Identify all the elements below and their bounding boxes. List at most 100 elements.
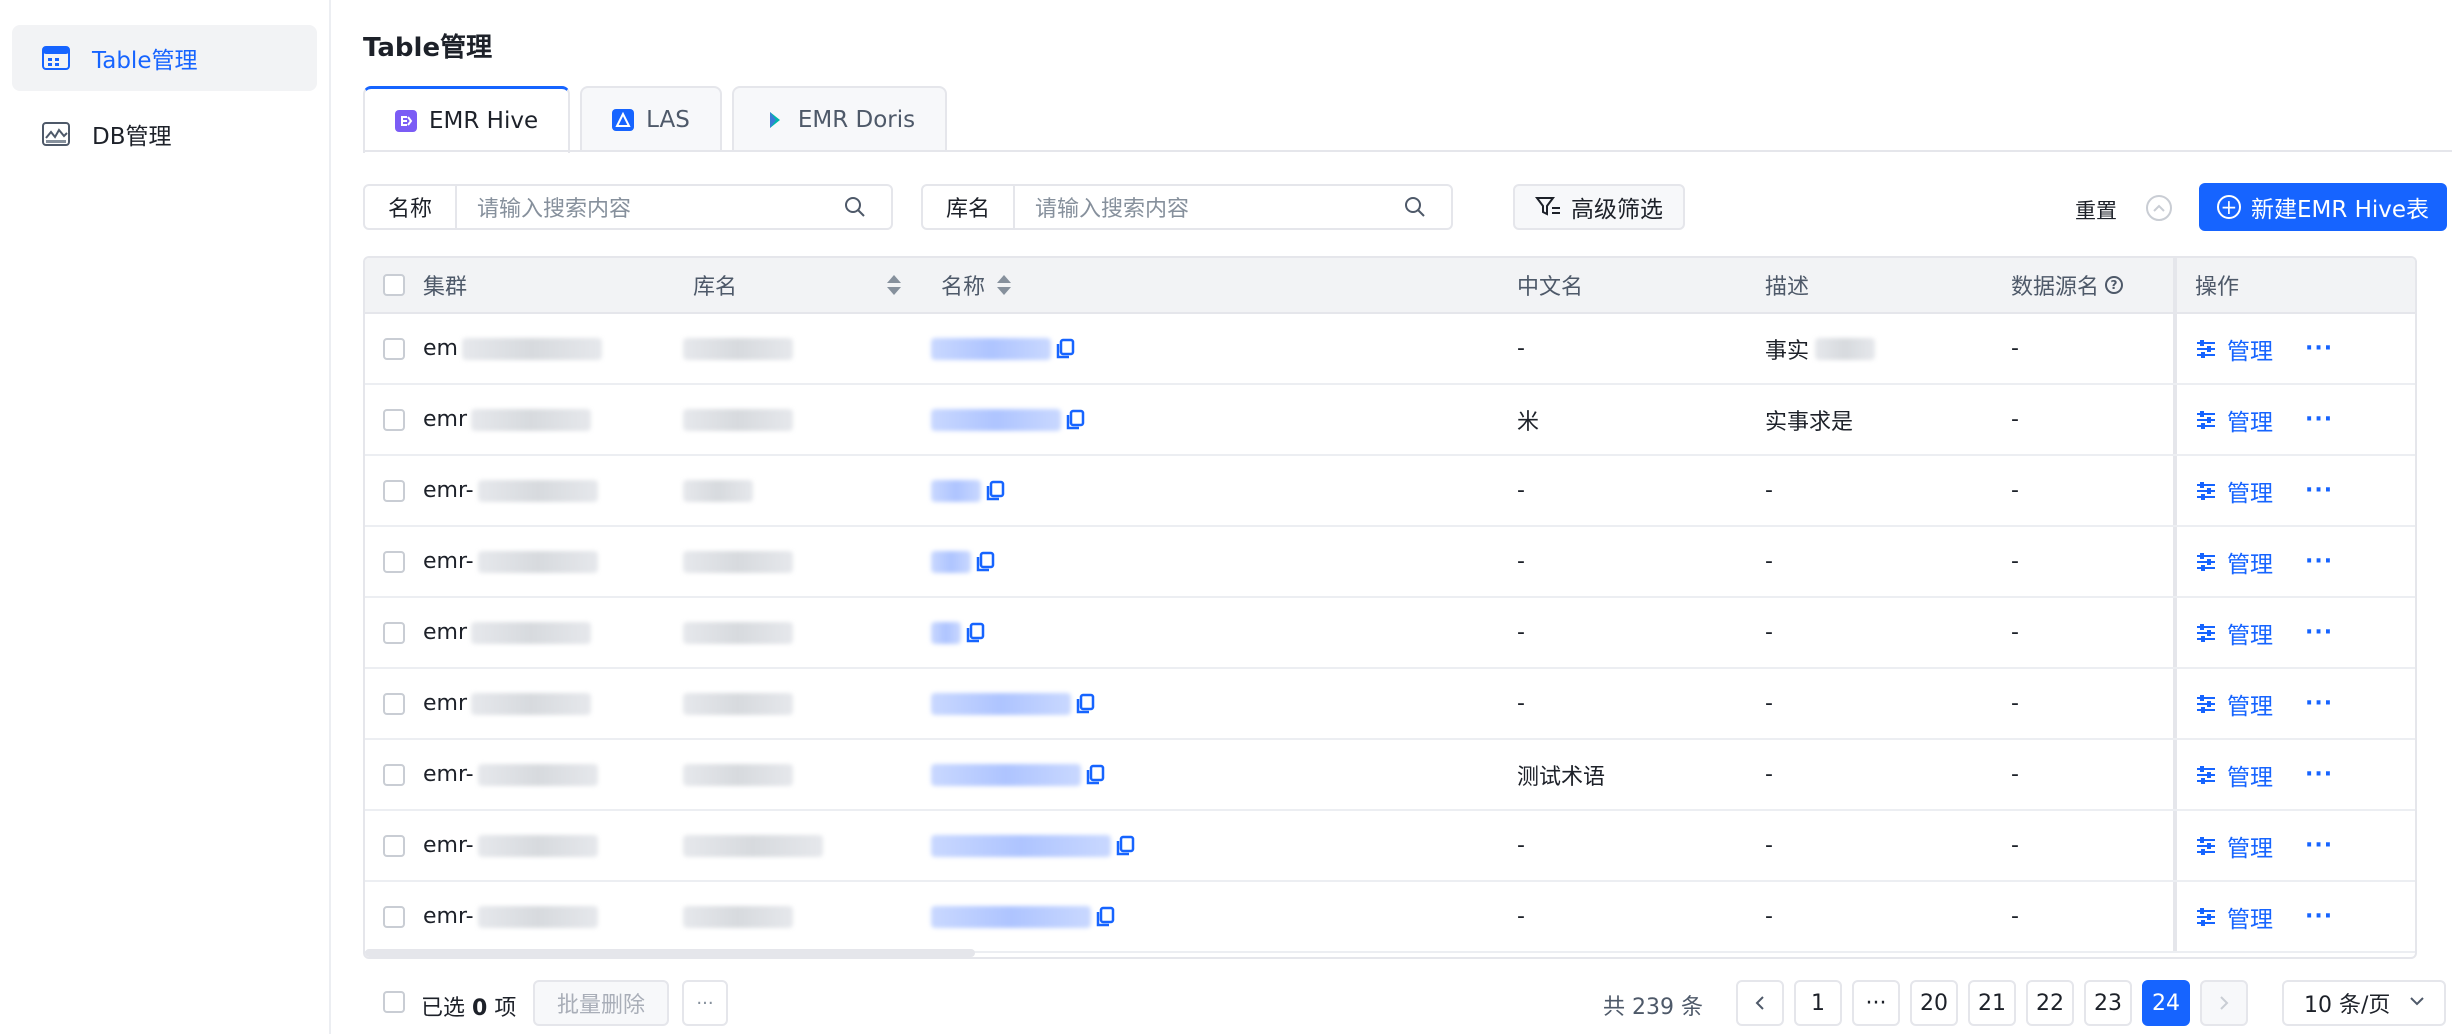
more-options-icon[interactable]: ··· <box>2305 833 2333 858</box>
column-header-datasource: 数据源名 <box>2011 275 2100 300</box>
prev-page-button[interactable] <box>1736 980 1784 1026</box>
help-icon[interactable]: ? <box>2105 276 2124 294</box>
las-icon <box>612 108 635 131</box>
copy-icon[interactable] <box>965 622 985 644</box>
row-checkbox[interactable] <box>383 692 405 715</box>
cluster-cell: emr <box>423 691 468 716</box>
table-icon <box>42 46 70 70</box>
manage-button[interactable]: 管理 <box>2195 616 2273 650</box>
page-button[interactable]: 20 <box>1910 980 1958 1026</box>
manage-button[interactable]: 管理 <box>2195 829 2273 863</box>
select-all-footer-checkbox[interactable] <box>383 991 405 1013</box>
settings-sliders-icon <box>2197 623 2215 642</box>
more-options-icon[interactable]: ··· <box>2305 478 2333 503</box>
copy-icon[interactable] <box>1065 409 1085 431</box>
settings-sliders-icon <box>2197 481 2215 500</box>
batch-delete-button[interactable]: 批量删除 <box>533 980 669 1026</box>
settings-sliders-icon <box>2197 836 2215 855</box>
more-options-icon[interactable]: ··· <box>2305 407 2333 432</box>
search-icon[interactable] <box>1403 195 1427 219</box>
manage-button[interactable]: 管理 <box>2195 545 2273 579</box>
page-size-select[interactable]: 10 条/页 <box>2282 980 2446 1026</box>
table-name-link[interactable] <box>931 337 1051 360</box>
table-name-link[interactable] <box>931 905 1091 928</box>
search-icon[interactable] <box>843 195 867 219</box>
row-checkbox[interactable] <box>383 621 405 644</box>
sidebar-item-db-management[interactable]: DB管理 <box>12 101 317 167</box>
manage-button[interactable]: 管理 <box>2195 474 2273 508</box>
chinese-name-cell: - <box>1517 620 1525 645</box>
more-options-icon[interactable]: ··· <box>2305 549 2333 574</box>
table-row: emr - - - 管理 ··· <box>365 598 2415 669</box>
page-button[interactable]: 23 <box>2084 980 2132 1026</box>
description-cell: - <box>1765 904 1773 929</box>
row-checkbox[interactable] <box>383 479 405 502</box>
copy-icon[interactable] <box>1085 764 1105 786</box>
copy-icon[interactable] <box>1095 906 1115 928</box>
more-options-icon[interactable]: ··· <box>2305 762 2333 787</box>
row-checkbox[interactable] <box>383 834 405 857</box>
manage-button[interactable]: 管理 <box>2195 758 2273 792</box>
redacted-database <box>683 337 793 360</box>
name-search-input[interactable]: 请输入搜索内容 <box>457 191 843 223</box>
page-button[interactable]: 1 <box>1794 980 1842 1026</box>
page-button[interactable]: 21 <box>1968 980 2016 1026</box>
tab-emr-doris[interactable]: EMR Doris <box>731 86 948 151</box>
copy-icon[interactable] <box>1055 338 1075 360</box>
chevron-left-icon <box>1755 996 1764 1010</box>
column-header-database: 库名 <box>693 275 738 300</box>
horizontal-scrollbar[interactable] <box>365 949 975 957</box>
cluster-cell: emr- <box>423 904 474 929</box>
page-button[interactable]: 22 <box>2026 980 2074 1026</box>
tab-emr-hive[interactable]: EMR Hive <box>363 86 571 153</box>
table-row: emr 米 实事求是 - 管理 ··· <box>365 385 2415 456</box>
name-search-field[interactable]: 名称 请输入搜索内容 <box>363 184 893 230</box>
table-name-link[interactable] <box>931 692 1071 715</box>
new-emr-hive-table-button[interactable]: + 新建EMR Hive表 <box>2199 183 2447 231</box>
db-search-input[interactable]: 请输入搜索内容 <box>1015 191 1403 223</box>
table-name-link[interactable] <box>931 550 971 573</box>
more-actions-button[interactable]: ··· <box>682 980 728 1026</box>
row-checkbox[interactable] <box>383 337 405 360</box>
select-all-checkbox[interactable] <box>383 274 405 296</box>
chevron-up-icon[interactable] <box>2146 195 2172 221</box>
manage-button[interactable]: 管理 <box>2195 332 2273 366</box>
table-name-link[interactable] <box>931 621 961 644</box>
row-checkbox[interactable] <box>383 763 405 786</box>
page-ellipsis[interactable]: ··· <box>1852 980 1900 1026</box>
manage-button[interactable]: 管理 <box>2195 900 2273 934</box>
row-checkbox[interactable] <box>383 550 405 573</box>
filter-bar: 名称 请输入搜索内容 库名 请输入搜索内容 高级筛选 重置 + 新建EMR Hi… <box>363 183 2452 231</box>
copy-icon[interactable] <box>975 551 995 573</box>
manage-button[interactable]: 管理 <box>2195 403 2273 437</box>
more-options-icon[interactable]: ··· <box>2305 336 2333 361</box>
advanced-filter-button[interactable]: 高级筛选 <box>1513 184 1685 230</box>
redacted-cluster <box>461 337 602 360</box>
row-checkbox[interactable] <box>383 905 405 928</box>
sort-icon[interactable] <box>997 275 1012 295</box>
sort-icon[interactable] <box>887 275 902 295</box>
sidebar-item-label: Table管理 <box>92 48 198 74</box>
table-name-link[interactable] <box>931 834 1111 857</box>
table-name-link[interactable] <box>931 763 1081 786</box>
reset-button[interactable]: 重置 <box>2075 195 2117 225</box>
db-search-field[interactable]: 库名 请输入搜索内容 <box>921 184 1453 230</box>
copy-icon[interactable] <box>1075 693 1095 715</box>
column-header-description: 描述 <box>1765 275 1810 300</box>
table-name-link[interactable] <box>931 479 981 502</box>
sidebar-item-table-management[interactable]: Table管理 <box>12 25 317 91</box>
more-options-icon[interactable]: ··· <box>2305 904 2333 929</box>
page-button[interactable]: 24 <box>2142 980 2190 1026</box>
manage-button[interactable]: 管理 <box>2195 687 2273 721</box>
copy-icon[interactable] <box>985 480 1005 502</box>
page-size-value: 10 条/页 <box>2304 993 2391 1018</box>
app: Table管理 DB管理 Table管理 EMR Hive LAS EMR Do… <box>0 0 2452 1034</box>
table-name-link[interactable] <box>931 408 1061 431</box>
row-checkbox[interactable] <box>383 408 405 431</box>
next-page-button[interactable] <box>2200 980 2248 1026</box>
tab-label: EMR Doris <box>797 106 916 133</box>
copy-icon[interactable] <box>1115 835 1135 857</box>
more-options-icon[interactable]: ··· <box>2305 691 2333 716</box>
tab-las[interactable]: LAS <box>580 86 722 151</box>
more-options-icon[interactable]: ··· <box>2305 620 2333 645</box>
